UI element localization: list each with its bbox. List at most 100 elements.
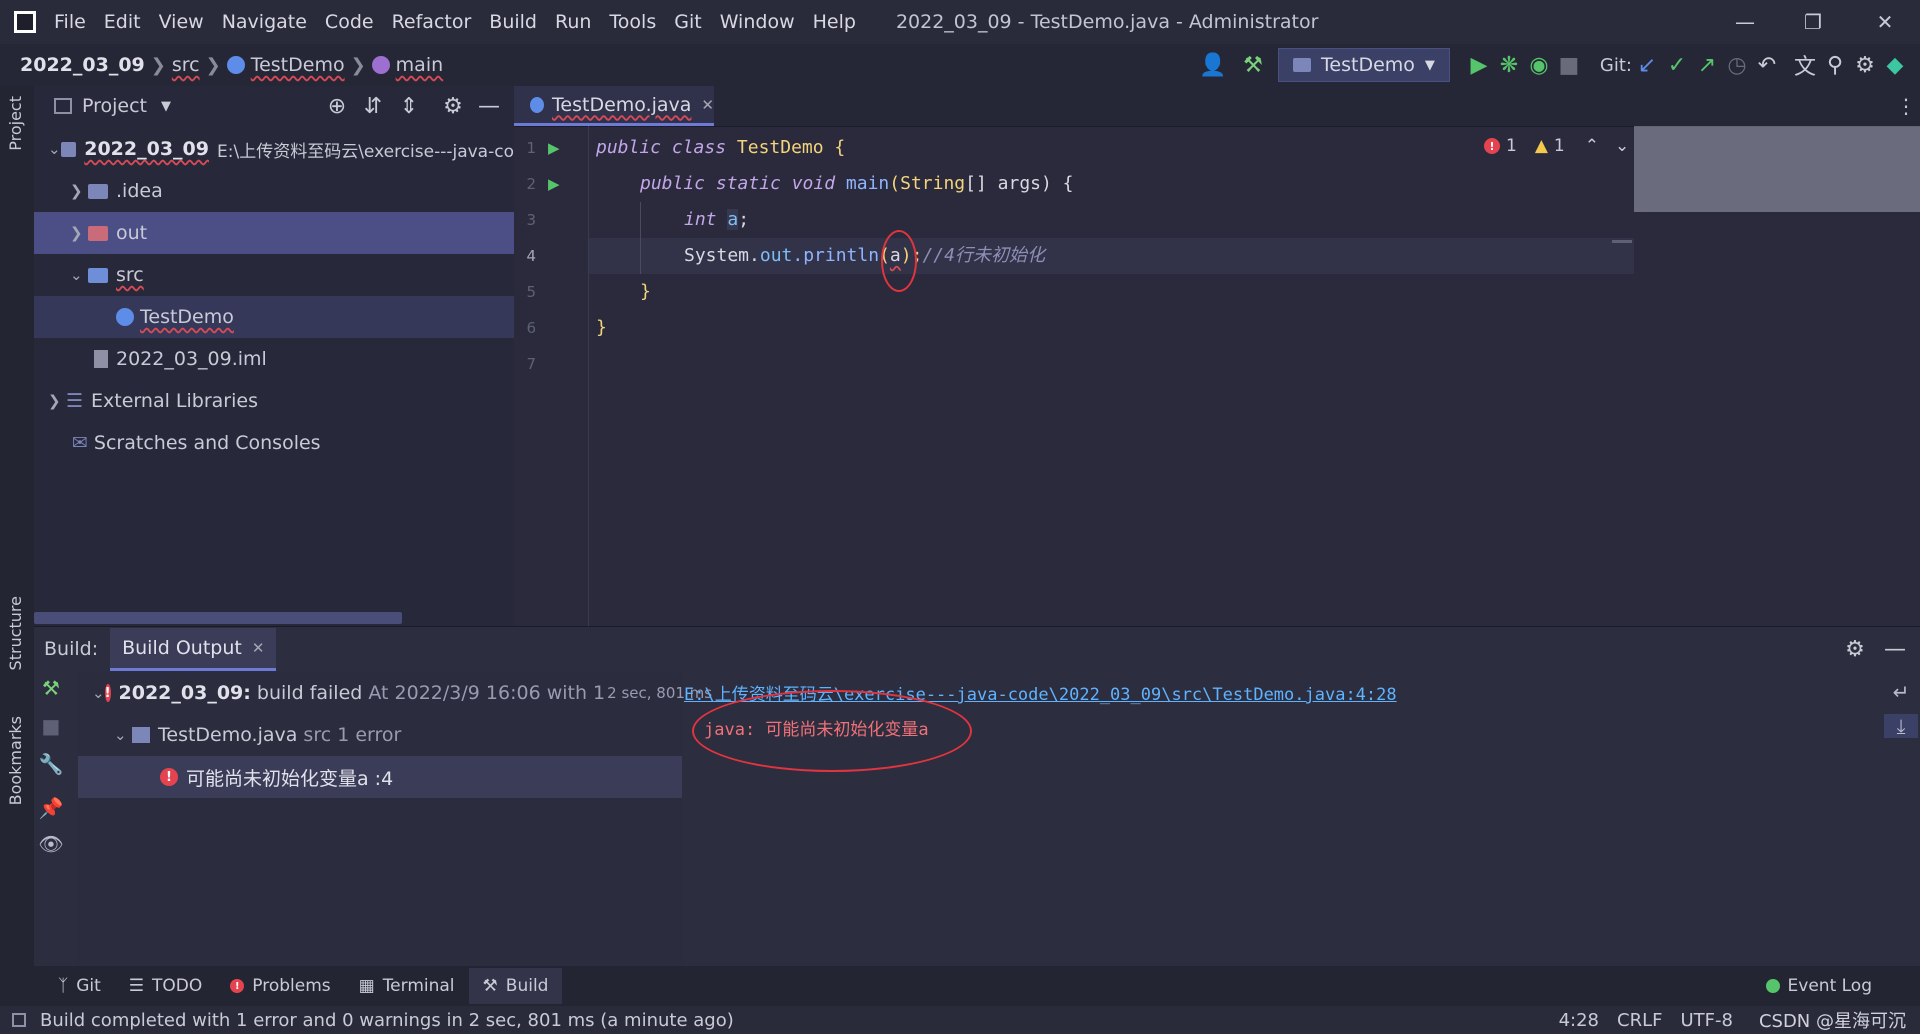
chevron-right-icon[interactable]: ❯ [70,224,88,242]
scroll-to-end-icon[interactable]: ⤓ [1884,714,1918,738]
wrench-icon[interactable]: 🔧 [34,752,68,776]
hide-panel-icon[interactable]: — [1880,637,1910,662]
debug-icon[interactable]: ❋ [1494,53,1524,78]
rebuild-hammer-icon[interactable]: ⚒ [34,676,68,700]
cursor-position[interactable]: 4:28 [1559,1010,1599,1031]
structure-tool-tab[interactable]: Structure [6,596,25,675]
tab-todo[interactable]: ☰ TODO [115,968,217,1004]
more-options-icon[interactable]: ⋮ [1896,94,1916,118]
error-stripe-marker[interactable] [1612,240,1632,243]
menu-window[interactable]: Window [720,11,795,33]
breadcrumb-method[interactable]: main [396,54,443,76]
chevron-right-icon[interactable]: ❯ [70,182,88,200]
horizontal-scrollbar[interactable] [34,612,402,624]
build-summary-row[interactable]: ⌄ ! 2022_03_09: build failed At 2022/3/9… [78,672,712,714]
tab-problems[interactable]: ! Problems [216,968,344,1004]
tree-item-external-libraries[interactable]: ❯ ☰ External Libraries [34,380,514,422]
bookmarks-tool-tab[interactable]: Bookmarks [6,716,25,810]
build-panel-label: Build: [44,638,99,660]
breadcrumb-src[interactable]: src [172,54,200,76]
menu-build[interactable]: Build [489,11,537,33]
translate-icon[interactable]: 文 [1790,49,1820,81]
build-file-row[interactable]: ⌄ TestDemo.java src 1 error [78,714,682,756]
locate-icon[interactable]: ⊕ [322,94,352,119]
breadcrumb-class[interactable]: TestDemo [251,54,345,76]
tab-git[interactable]: ᛉ Git [44,968,115,1004]
soft-wrap-icon[interactable]: ↵ [1884,680,1918,704]
tree-item-iml[interactable]: 2022_03_09.iml [34,338,514,380]
status-message[interactable]: Build completed with 1 error and 0 warni… [40,1010,734,1031]
run-config-select[interactable]: TestDemo ▼ [1278,48,1450,82]
menu-view[interactable]: View [159,11,204,33]
close-tab-icon[interactable]: ✕ [252,639,265,657]
menu-edit[interactable]: Edit [104,11,141,33]
hide-icon[interactable]: — [474,94,504,119]
tree-item-scratches[interactable]: ✉ Scratches and Consoles [34,422,514,464]
menu-run[interactable]: Run [555,11,591,33]
menu-refactor[interactable]: Refactor [392,11,472,33]
chevron-down-icon[interactable]: ⌄ [114,726,132,744]
tree-item-src[interactable]: ⌄ src [34,254,514,296]
toggle-tool-windows-icon[interactable] [12,1013,26,1027]
menu-navigate[interactable]: Navigate [222,11,307,33]
collapse-all-icon[interactable]: ⇕ [394,94,424,119]
run-icon[interactable]: ▶ [1464,53,1494,78]
build-error-row[interactable]: ! 可能尚未初始化变量a :4 [78,756,682,798]
plugin-icon[interactable]: ◆ [1880,53,1910,78]
minimize-icon[interactable]: — [1716,0,1774,44]
restore-icon[interactable]: ❐ [1784,0,1842,44]
menu-git[interactable]: Git [674,11,701,33]
git-commit-icon[interactable]: ✓ [1662,53,1692,78]
chevron-up-icon[interactable]: ⌃ [1585,136,1599,156]
inspection-widget[interactable]: ! 1 ▲ 1 ⌃ ⌄ [1484,136,1629,156]
tree-item-testdemo[interactable]: TestDemo [34,296,514,338]
git-push-icon[interactable]: ↗ [1692,53,1722,78]
build-hammer-icon[interactable]: ⚒ [1238,53,1268,78]
project-view-label[interactable]: Project [82,95,147,117]
chevron-right-icon[interactable]: ❯ [48,392,66,410]
tab-build[interactable]: ⚒ Build [468,968,563,1004]
menu-tools[interactable]: Tools [609,11,656,33]
tab-terminal[interactable]: ▦ Terminal [345,968,469,1004]
search-icon[interactable]: ⚲ [1820,53,1850,78]
stop-icon[interactable]: ■ [1554,53,1584,78]
build-time: At 2022/3/9 16:06 with 1 [368,682,606,704]
menu-file[interactable]: File [54,11,86,33]
tree-item-out[interactable]: ❯ out [34,212,514,254]
chevron-down-icon[interactable]: ⌄ [48,140,61,158]
menu-code[interactable]: Code [325,11,374,33]
git-update-icon[interactable]: ↙ [1632,53,1662,78]
coverage-icon[interactable]: ◉ [1524,53,1554,78]
user-icon[interactable]: 👤 [1198,53,1228,78]
eye-icon[interactable]: 👁 [34,832,68,856]
chevron-down-icon[interactable]: ▼ [161,99,171,114]
code-content[interactable]: public class TestDemo { public static vo… [596,130,1626,382]
rollback-icon[interactable]: ↶ [1752,53,1782,78]
gear-icon[interactable]: ⚙ [438,94,468,119]
stop-icon[interactable]: ■ [34,714,68,738]
build-status: build failed [250,682,369,704]
run-main-icon[interactable]: ▶ [548,166,560,202]
chevron-down-icon[interactable]: ⌄ [70,266,88,284]
settings-gear-icon[interactable]: ⚙ [1840,637,1870,662]
chevron-down-icon[interactable]: ⌄ [92,684,105,702]
tab-testdemo-java[interactable]: TestDemo.java ✕ [514,86,714,126]
tab-build-output[interactable]: Build Output ✕ [110,627,277,671]
breadcrumb-project[interactable]: 2022_03_09 [20,54,145,76]
project-tool-tab[interactable]: Project [6,96,25,156]
expand-all-icon[interactable]: ⇵ [358,94,388,119]
history-icon[interactable]: ◷ [1722,53,1752,78]
close-tab-icon[interactable]: ✕ [701,96,714,114]
line-separator[interactable]: CRLF [1617,1010,1662,1031]
close-icon[interactable]: ✕ [1856,0,1914,44]
run-class-icon[interactable]: ▶ [548,130,560,166]
chevron-down-icon[interactable]: ⌄ [1615,136,1629,156]
menu-help[interactable]: Help [813,11,856,33]
event-log-button[interactable]: Event Log [1752,968,1886,1004]
file-encoding[interactable]: UTF-8 [1680,1010,1732,1031]
pin-icon[interactable]: 📌 [34,796,68,820]
tree-item-idea[interactable]: ❯ .idea [34,170,514,212]
tree-item-root[interactable]: ⌄ 2022_03_09 E:\上传资料至码云\exercise---java-… [34,128,514,170]
settings-gear-icon[interactable]: ⚙ [1850,53,1880,78]
code-minimap[interactable] [1634,126,1920,212]
